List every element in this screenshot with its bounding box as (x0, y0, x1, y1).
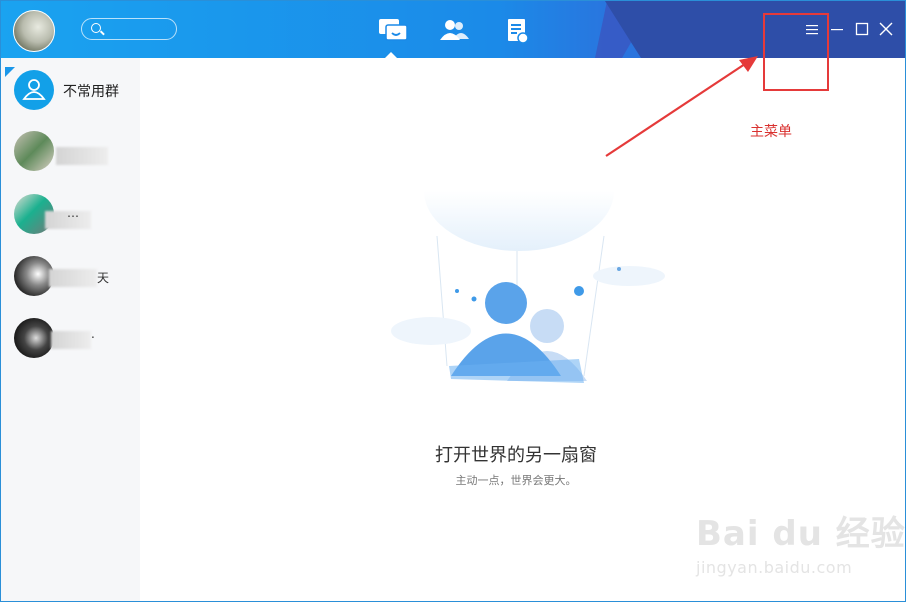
group-icon (22, 79, 46, 100)
watermark-url: jingyan.baidu.com (696, 558, 853, 577)
minimize-icon (831, 29, 843, 31)
close-icon (879, 22, 893, 36)
blurred-name (56, 147, 108, 165)
search-icon (91, 23, 101, 33)
empty-state-illustration (391, 191, 665, 383)
list-item-infrequent-groups[interactable]: 不常用群 (1, 64, 140, 118)
tab-contacts[interactable] (437, 15, 471, 49)
group-avatar (14, 70, 54, 110)
tab-spaces[interactable] (501, 15, 535, 49)
maximize-button[interactable] (853, 20, 871, 38)
annotation-label: 主菜单 (750, 124, 792, 140)
avatar (14, 131, 54, 171)
search-input[interactable] (81, 18, 177, 40)
annotation-highlight-box (763, 13, 829, 91)
group-label: 不常用群 (63, 84, 119, 100)
blurred-name (49, 269, 97, 287)
annotation-arrow (605, 56, 758, 157)
minimize-button[interactable] (828, 20, 846, 38)
contact-name: … (67, 206, 79, 220)
user-avatar[interactable] (13, 10, 55, 52)
empty-state-title: 打开世界的另一扇窗 (435, 445, 597, 466)
empty-state-subtitle: 主动一点，世界会更大。 (455, 474, 577, 487)
active-tab-indicator (385, 52, 397, 58)
blurred-name (51, 331, 91, 349)
maximize-icon (855, 22, 869, 36)
close-button[interactable] (877, 20, 895, 38)
contact-name: . (91, 327, 95, 341)
contacts-icon (440, 20, 469, 40)
document-icon (508, 19, 529, 44)
avatar (14, 318, 54, 358)
tab-messages[interactable] (376, 15, 410, 49)
avatar (14, 256, 54, 296)
contact-name: 天 (97, 271, 110, 285)
watermark-brand: Bai du 经验 (696, 514, 906, 554)
chat-bubbles-icon (379, 19, 408, 41)
